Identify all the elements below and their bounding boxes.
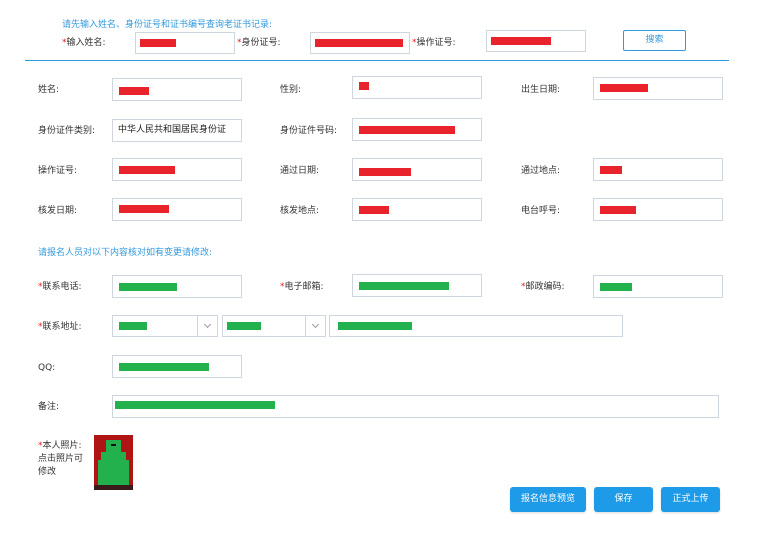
gender-label: 性别: <box>280 85 302 95</box>
section-divider <box>25 60 729 61</box>
birth-label: 出生日期: <box>521 85 561 95</box>
redacted-value <box>119 322 147 330</box>
redacted-value <box>119 363 209 371</box>
name-label: 姓名: <box>38 85 60 95</box>
id-number-label: 身份证件号码: <box>280 126 338 136</box>
province-select[interactable] <box>112 315 218 337</box>
pass-place-field[interactable] <box>593 158 723 181</box>
pass-place-label: 通过地点: <box>521 166 561 176</box>
search-hint: 请先输入姓名、身份证号和证书编号查询老证书记录: <box>62 20 273 30</box>
chevron-down-icon <box>305 316 325 336</box>
search-button[interactable]: 搜索 <box>623 30 686 51</box>
city-select[interactable] <box>222 315 326 337</box>
remark-label: 备注: <box>38 402 60 412</box>
callsign-field[interactable] <box>593 198 723 221</box>
photo-label: *本人照片: 点击照片可 修改 <box>38 441 84 477</box>
search-id-label: *身份证号: <box>237 38 281 48</box>
profile-photo[interactable] <box>94 435 133 490</box>
zip-input[interactable] <box>593 275 723 298</box>
cert-no-label: 操作证号: <box>38 166 78 176</box>
address-label: *联系地址: <box>38 322 82 332</box>
name-field[interactable] <box>112 78 242 101</box>
id-type-field[interactable]: 中华人民共和国居民身份证 <box>112 119 242 142</box>
redacted-value <box>119 283 177 291</box>
edit-hint: 请报名人员对以下内容核对如有变更请修改: <box>38 248 213 258</box>
redacted-value <box>119 205 169 213</box>
preview-button[interactable]: 报名信息预览 <box>510 487 586 512</box>
redacted-value <box>338 322 412 330</box>
issue-date-label: 核发日期: <box>38 206 78 216</box>
gender-field[interactable] <box>352 76 482 99</box>
qq-input[interactable] <box>112 355 242 378</box>
remark-input[interactable] <box>112 395 719 418</box>
save-button[interactable]: 保存 <box>594 487 653 512</box>
redacted-value <box>359 126 455 134</box>
redacted-value <box>359 206 389 214</box>
redacted-value <box>600 283 632 291</box>
redacted-value <box>119 87 149 95</box>
redacted-value <box>119 166 175 174</box>
search-name-label: *输入姓名: <box>62 38 106 48</box>
phone-label: *联系电话: <box>38 282 82 292</box>
redacted-value <box>227 322 261 330</box>
callsign-label: 电台呼号: <box>521 206 561 216</box>
search-name-input[interactable] <box>135 32 235 54</box>
redacted-value <box>359 168 411 176</box>
redacted-value <box>359 282 449 290</box>
photo-image <box>94 435 133 490</box>
birth-field[interactable] <box>593 77 723 100</box>
pass-date-field[interactable] <box>352 158 482 181</box>
qq-label: QQ: <box>38 363 56 373</box>
redacted-value <box>359 82 369 90</box>
search-cert-input[interactable] <box>486 30 586 52</box>
redacted-value <box>600 84 648 92</box>
zip-label: *邮政编码: <box>521 282 565 292</box>
email-label: *电子邮箱: <box>280 282 324 292</box>
search-id-input[interactable] <box>310 32 410 54</box>
address-detail-input[interactable] <box>329 315 623 337</box>
redacted-value <box>491 37 551 45</box>
redacted-value <box>315 39 403 47</box>
search-cert-label: *操作证号: <box>412 38 456 48</box>
redacted-value <box>600 206 636 214</box>
redacted-value <box>140 39 176 47</box>
submit-button[interactable]: 正式上传 <box>661 487 720 512</box>
issue-date-field[interactable] <box>112 198 242 221</box>
id-number-field[interactable] <box>352 118 482 141</box>
email-input[interactable] <box>352 274 482 297</box>
phone-input[interactable] <box>112 275 242 298</box>
cert-no-field[interactable] <box>112 158 242 181</box>
id-type-label: 身份证件类别: <box>38 126 96 136</box>
issue-place-field[interactable] <box>352 198 482 221</box>
redacted-value <box>600 166 622 174</box>
chevron-down-icon <box>197 316 217 336</box>
redacted-value <box>115 401 275 409</box>
issue-place-label: 核发地点: <box>280 206 320 216</box>
pass-date-label: 通过日期: <box>280 166 320 176</box>
